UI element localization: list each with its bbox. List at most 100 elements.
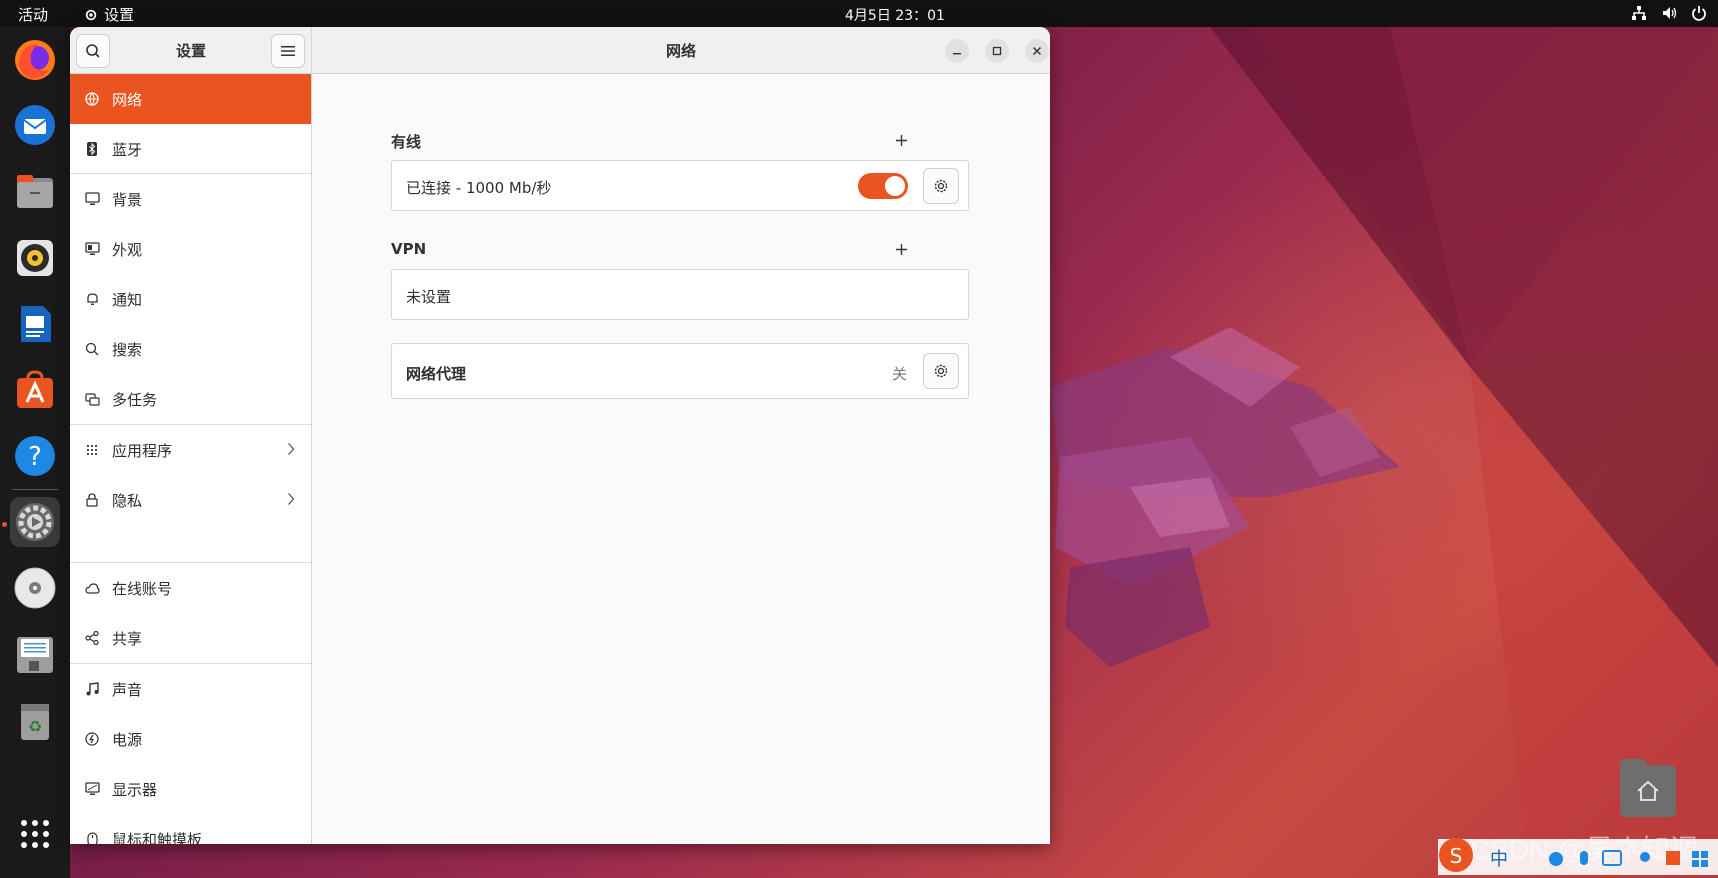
proxy-state: 关 [892, 365, 908, 383]
wired-settings-button[interactable] [923, 168, 959, 204]
activities-button[interactable]: 活动 [18, 4, 48, 25]
sidebar-item-background[interactable]: 背景 [70, 174, 311, 224]
app-menu-label: 设置 [104, 6, 135, 24]
monitor-icon [84, 191, 100, 207]
mouse-icon [84, 831, 100, 844]
sidebar-item-label: 网络 [112, 90, 143, 109]
sidebar-item-label: 声音 [112, 680, 143, 699]
lock-icon [84, 492, 100, 508]
power-icon[interactable] [1690, 4, 1708, 22]
network-panel: 有线 已连接 - 1000 Mb/秒 VPN 未设置 网络代理 关 [312, 74, 1050, 844]
share-icon [84, 630, 100, 646]
firefox-icon[interactable] [10, 35, 60, 85]
dock: ? ♻ [0, 27, 70, 878]
sidebar-item-online-accounts[interactable]: 在线账号 [70, 563, 311, 613]
sidebar-item-label: 鼠标和触摸板 [112, 830, 203, 845]
add-vpn-button[interactable] [892, 240, 910, 258]
bell-icon [84, 291, 100, 307]
sidebar-item-displays[interactable]: 显示器 [70, 764, 311, 814]
main-menu-button[interactable] [271, 34, 305, 68]
sidebar-item-search[interactable]: 搜索 [70, 324, 311, 374]
svg-text:♻: ♻ [28, 717, 42, 736]
sidebar-item-label: 应用程序 [112, 441, 173, 460]
wired-connection-row: 已连接 - 1000 Mb/秒 [391, 160, 969, 211]
music-note-icon [84, 681, 100, 697]
wired-toggle[interactable] [858, 173, 908, 199]
add-wired-button[interactable] [892, 131, 910, 149]
volume-icon[interactable] [1660, 4, 1678, 22]
display-icon [84, 781, 100, 797]
ime-language-label: 中 [1490, 849, 1508, 870]
toggle-knob [885, 176, 905, 196]
wired-section-title: 有线 [391, 133, 422, 151]
disc-icon[interactable] [10, 563, 60, 613]
maximize-button[interactable] [985, 39, 1009, 63]
chevron-right-icon [288, 443, 295, 455]
sidebar-item-applications[interactable]: 应用程序 [70, 425, 311, 475]
sidebar-item-sound[interactable]: 声音 [70, 664, 311, 714]
wired-status: 已连接 - 1000 Mb/秒 [406, 179, 552, 197]
rhythmbox-icon[interactable] [10, 233, 60, 283]
svg-text:?: ? [28, 442, 42, 472]
vpn-section-title: VPN [391, 240, 427, 258]
top-bar: 活动 设置 4月5日 23：01 [0, 0, 1718, 27]
ime-toolbar[interactable]: S 中 [1438, 833, 1718, 878]
network-icon[interactable] [1630, 4, 1648, 22]
writer-icon[interactable] [10, 299, 60, 349]
close-button[interactable] [1025, 39, 1049, 63]
running-indicator [2, 522, 7, 527]
settings-icon[interactable] [10, 497, 60, 547]
minimize-button[interactable] [945, 39, 969, 63]
sidebar-item-label: 电源 [112, 730, 143, 749]
maximize-icon [992, 46, 1002, 56]
grid-icon[interactable] [10, 809, 60, 859]
cloud-icon [84, 580, 100, 596]
sidebar-item-multitasking[interactable]: 多任务 [70, 374, 311, 424]
app-center-icon[interactable] [10, 365, 60, 415]
network-proxy-row[interactable]: 网络代理 关 [391, 343, 969, 399]
page-title: 网络 [665, 42, 696, 60]
clock[interactable]: 4月5日 23：01 [845, 5, 945, 25]
sidebar-item-label: 搜索 [112, 340, 143, 359]
sidebar-item-mouse-touchpad[interactable]: 鼠标和触摸板 [70, 814, 311, 844]
gear-icon [934, 179, 948, 193]
trash-icon[interactable]: ♻ [10, 697, 60, 747]
help-icon[interactable]: ? [10, 431, 60, 481]
sidebar-item-label: 共享 [112, 629, 143, 648]
multitask-icon [84, 391, 100, 407]
app-menu[interactable]: 设置 [84, 4, 134, 25]
search-icon [84, 341, 100, 357]
sidebar-item-label: 在线账号 [112, 579, 173, 598]
save-drive-icon[interactable] [10, 630, 60, 680]
thunderbird-icon[interactable] [10, 100, 60, 150]
proxy-settings-button[interactable] [923, 353, 959, 389]
sidebar-header: 设置 [70, 27, 312, 74]
sidebar-item-label: 蓝牙 [112, 140, 143, 159]
vpn-status: 未设置 [406, 288, 452, 306]
sidebar-item-power[interactable]: 电源 [70, 714, 311, 764]
svg-text:S: S [1450, 844, 1463, 868]
home-icon [1637, 780, 1659, 801]
sidebar-item-bluetooth[interactable]: 蓝牙 [70, 124, 311, 174]
sidebar-item-label: 通知 [112, 290, 143, 309]
sidebar-item-network[interactable]: 网络 [70, 74, 311, 124]
appearance-icon [84, 241, 100, 257]
sidebar-item-notifications[interactable]: 通知 [70, 274, 311, 324]
sidebar-item-label: 显示器 [112, 780, 158, 799]
sidebar-item-label: 外观 [112, 240, 143, 259]
bluetooth-icon [84, 141, 100, 157]
plus-icon [895, 243, 907, 255]
files-icon[interactable] [10, 167, 60, 217]
system-tray[interactable] [1630, 4, 1708, 22]
close-icon [1032, 46, 1042, 56]
globe-icon [84, 91, 100, 107]
minimize-icon [953, 53, 961, 55]
content-header: 网络 [312, 27, 1050, 74]
plus-icon [895, 134, 907, 146]
home-folder-icon[interactable] [1620, 759, 1676, 817]
sidebar-item-sharing[interactable]: 共享 [70, 613, 311, 663]
settings-sidebar: 网络 蓝牙 背景 外观 通知 搜索 多任务 应用程序 隐私 在线账号 共享 声音… [70, 74, 312, 844]
sidebar-item-privacy[interactable]: 隐私 [70, 475, 311, 525]
sidebar-item-label: 隐私 [112, 491, 143, 510]
sidebar-item-appearance[interactable]: 外观 [70, 224, 311, 274]
